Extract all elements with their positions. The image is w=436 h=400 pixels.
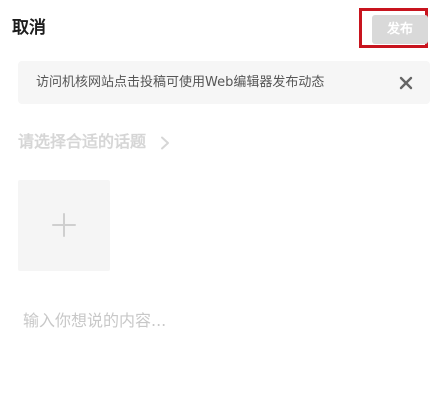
cancel-button[interactable]: 取消: [12, 16, 46, 40]
notice-text: 访问机核网站点击投稿可使用Web编辑器发布动态: [36, 75, 325, 90]
chevron-right-icon: [160, 135, 170, 150]
add-image-button[interactable]: [18, 180, 110, 271]
publish-button[interactable]: 发布: [372, 15, 428, 44]
close-icon[interactable]: [398, 75, 414, 91]
topic-label: 请选择合适的话题: [18, 132, 147, 151]
plus-icon: [52, 213, 76, 237]
notice-banner: 访问机核网站点击投稿可使用Web编辑器发布动态: [18, 61, 430, 104]
content-input[interactable]: [18, 304, 433, 384]
topic-selector[interactable]: 请选择合适的话题: [18, 130, 170, 154]
